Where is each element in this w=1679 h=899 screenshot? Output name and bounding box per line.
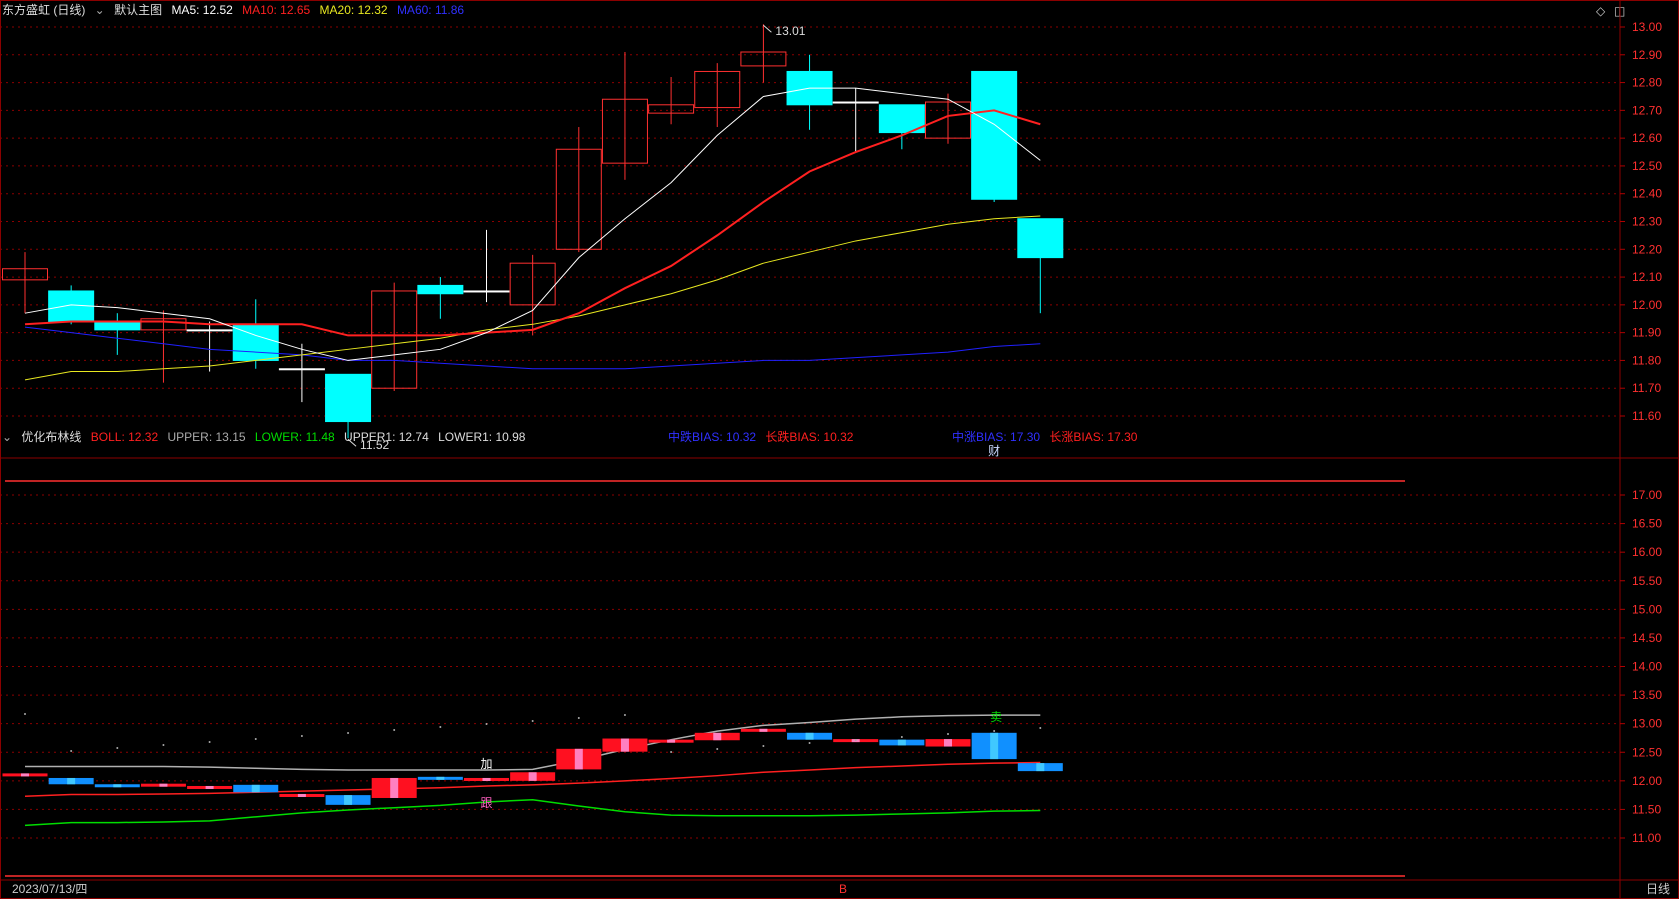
- annotation-add: 加: [481, 757, 493, 771]
- y-tick-label: 13.50: [1632, 688, 1662, 702]
- low-label: 11.52: [360, 438, 389, 452]
- y-tick-label: 12.40: [1632, 187, 1662, 201]
- candle-down: [186, 329, 233, 332]
- signal-dot: [531, 720, 534, 722]
- indicator-bar-core: [159, 783, 168, 787]
- buy-marker: B: [839, 882, 848, 896]
- signal-dot: [762, 745, 765, 747]
- indicator-bar-core: [944, 739, 952, 747]
- low-pointer: [347, 438, 357, 447]
- y-tick-label: 11.70: [1632, 381, 1661, 395]
- candle-down: [278, 368, 325, 371]
- y-tick-label: 16.00: [1632, 545, 1662, 559]
- y-tick-label: 16.50: [1632, 517, 1662, 531]
- y-tick-label: 15.50: [1632, 574, 1662, 588]
- indicator-bar-core: [574, 748, 583, 770]
- signal-dot: [808, 742, 811, 744]
- candle-down: [832, 101, 879, 104]
- y-tick-label: 11.90: [1632, 326, 1661, 340]
- indicator-bar-core: [113, 784, 122, 788]
- indicator-bar-core: [21, 773, 29, 777]
- y-tick-label: 12.70: [1632, 103, 1662, 117]
- candle-down: [94, 321, 141, 331]
- indicator-bar-core: [990, 732, 999, 760]
- y-tick-label: 17.00: [1632, 488, 1662, 502]
- indicator-bar-core: [344, 795, 353, 805]
- y-tick-label: 12.00: [1632, 298, 1662, 312]
- signal-dot: [208, 741, 211, 743]
- boll-lower-line: [24, 798, 1041, 827]
- signal-dot: [900, 736, 903, 738]
- annotation-sell: 卖: [990, 710, 1002, 724]
- signal-dot: [993, 730, 996, 732]
- y-tick-label: 11.50: [1632, 802, 1661, 816]
- signal-dot: [24, 713, 26, 715]
- indicator-bar-core: [805, 732, 814, 740]
- y-tick-label: 13.00: [1632, 20, 1662, 34]
- candle-down: [417, 284, 464, 295]
- y-tick-label: 12.80: [1632, 76, 1662, 90]
- signal-dot: [254, 738, 257, 740]
- y-tick-label: 15.00: [1632, 602, 1662, 616]
- high-label: 13.01: [775, 24, 805, 38]
- y-tick-label: 11.60: [1632, 409, 1661, 423]
- annotation-follow: 跟: [481, 796, 493, 810]
- date-label: 2023/07/13/四: [12, 882, 88, 896]
- signal-dot: [670, 751, 673, 753]
- y-tick-label: 13.00: [1632, 717, 1662, 731]
- indicator-bar-core: [620, 738, 629, 752]
- y-tick-label: 12.50: [1632, 159, 1662, 173]
- signal-dot: [577, 717, 580, 719]
- period-label[interactable]: 日线: [1646, 880, 1670, 899]
- y-tick-label: 12.60: [1632, 131, 1662, 145]
- candle-down: [325, 373, 372, 423]
- y-tick-label: 14.00: [1632, 660, 1662, 674]
- signal-dot: [947, 733, 949, 735]
- indicator-bar-core: [713, 732, 722, 741]
- signal-dot: [70, 750, 73, 752]
- y-tick-label: 14.50: [1632, 631, 1662, 645]
- indicator-bar-core: [297, 793, 306, 797]
- y-tick-label: 11.00: [1632, 831, 1661, 845]
- indicator-bar-core: [67, 777, 76, 785]
- indicator-bar-core: [482, 777, 491, 781]
- indicator-bar-core: [528, 772, 537, 781]
- chart-border: [0, 0, 1679, 899]
- indicator-bar-core: [390, 777, 399, 798]
- signal-dot: [623, 714, 626, 716]
- indicator-bar-core: [667, 739, 676, 743]
- y-tick-label: 12.00: [1632, 774, 1662, 788]
- event-marker: 财: [988, 444, 1000, 458]
- signal-dot: [347, 732, 350, 734]
- indicator-bar-core: [759, 728, 768, 732]
- signal-dot: [716, 748, 719, 750]
- candle-down: [971, 70, 1018, 200]
- signal-dot: [162, 744, 165, 746]
- candle-down: [1017, 218, 1064, 259]
- y-tick-label: 12.30: [1632, 215, 1662, 229]
- signal-dot: [485, 723, 488, 725]
- y-tick-label: 12.20: [1632, 242, 1662, 256]
- y-tick-label: 12.90: [1632, 48, 1662, 62]
- indicator-bar-core: [205, 785, 214, 789]
- indicator-bar-core: [897, 739, 906, 746]
- indicator-bar-core: [1036, 763, 1045, 772]
- signal-dot: [854, 739, 857, 741]
- signal-dot: [439, 726, 442, 728]
- signal-dot: [300, 735, 303, 737]
- signal-dot: [116, 747, 119, 749]
- signal-dot: [393, 729, 396, 731]
- candle-down: [463, 290, 510, 293]
- signal-dot: [1039, 727, 1042, 729]
- y-tick-label: 12.50: [1632, 745, 1662, 759]
- y-tick-label: 11.80: [1632, 353, 1661, 367]
- y-tick-label: 12.10: [1632, 270, 1662, 284]
- indicator-bar-core: [251, 784, 260, 793]
- high-pointer: [763, 24, 772, 33]
- indicator-bar-core: [436, 776, 445, 780]
- stock-chart[interactable]: 13.00 12.90 12.80 12.70 12.60 12.50 12.40 12.30…: [0, 0, 1679, 899]
